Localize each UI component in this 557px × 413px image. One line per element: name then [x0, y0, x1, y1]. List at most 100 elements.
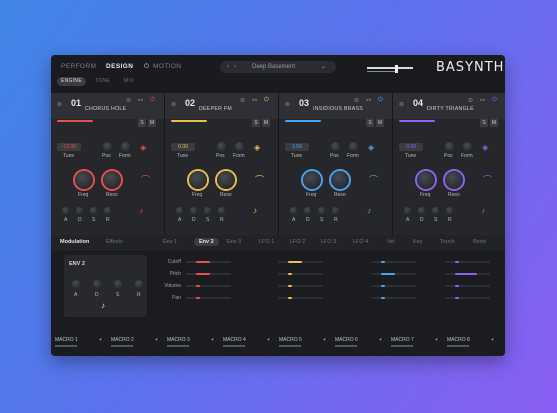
- macro-slider[interactable]: [391, 345, 413, 347]
- env-knob[interactable]: [135, 280, 143, 288]
- tune-value[interactable]: 0.00: [171, 143, 195, 151]
- reso-knob[interactable]: [445, 171, 463, 189]
- freq-knob[interactable]: [75, 171, 93, 189]
- mod-source-tab[interactable]: Key: [413, 239, 422, 245]
- mod-source-tab[interactable]: Vel: [387, 239, 395, 245]
- mod-amount-slider[interactable]: [445, 261, 490, 263]
- chevron-down-icon[interactable]: ⌄: [321, 61, 326, 73]
- adsr-knob[interactable]: [76, 207, 83, 214]
- env-knob[interactable]: [72, 280, 80, 288]
- power-icon[interactable]: ⏻: [150, 97, 155, 104]
- level-bar[interactable]: [399, 120, 435, 122]
- mute-button[interactable]: M: [376, 119, 384, 127]
- adsr-knob[interactable]: [446, 207, 453, 214]
- mod-amount-slider[interactable]: [278, 297, 323, 299]
- adsr-knob[interactable]: [332, 207, 339, 214]
- power-icon[interactable]: ⏻: [492, 97, 497, 104]
- next-preset-icon[interactable]: ›: [234, 61, 236, 73]
- macro-slider[interactable]: [335, 345, 357, 347]
- link-icon[interactable]: ⚯: [138, 97, 143, 104]
- tab-modulation[interactable]: Modulation: [60, 239, 89, 245]
- reso-knob[interactable]: [331, 171, 349, 189]
- link-icon[interactable]: ⚯: [252, 97, 257, 104]
- tab-design[interactable]: DESIGN: [106, 63, 133, 70]
- mod-source-tab[interactable]: Env 2: [194, 238, 219, 246]
- form-knob[interactable]: [463, 142, 472, 151]
- level-bar[interactable]: [57, 120, 93, 122]
- add-icon[interactable]: +: [155, 337, 158, 343]
- macro-slider[interactable]: [447, 345, 469, 347]
- mod-amount-slider[interactable]: [371, 297, 416, 299]
- adsr-knob[interactable]: [104, 207, 111, 214]
- tune-value[interactable]: 0.00: [399, 143, 423, 151]
- adsr-knob[interactable]: [404, 207, 411, 214]
- add-icon[interactable]: +: [99, 337, 102, 343]
- solo-button[interactable]: S: [138, 119, 146, 127]
- master-volume-slider[interactable]: [367, 65, 413, 73]
- mod-amount-slider[interactable]: [445, 297, 490, 299]
- prev-preset-icon[interactable]: ‹: [227, 61, 229, 73]
- tab-effects[interactable]: Effects: [106, 239, 123, 245]
- macro-slider[interactable]: [167, 345, 189, 347]
- mute-icon[interactable]: ⊘: [468, 97, 473, 104]
- add-icon[interactable]: +: [211, 337, 214, 343]
- tab-perform[interactable]: PERFORM: [61, 63, 96, 70]
- form-knob[interactable]: [349, 142, 358, 151]
- mute-icon[interactable]: ⊘: [354, 97, 359, 104]
- adsr-knob[interactable]: [176, 207, 183, 214]
- mod-source-tab[interactable]: Env 1: [163, 239, 177, 245]
- power-icon[interactable]: ⏻: [144, 63, 150, 71]
- mod-amount-slider[interactable]: [445, 285, 490, 287]
- mod-source-tab[interactable]: Touch: [440, 239, 455, 245]
- form-knob[interactable]: [121, 142, 130, 151]
- solo-button[interactable]: S: [366, 119, 374, 127]
- mute-icon[interactable]: ⊘: [126, 97, 131, 104]
- adsr-knob[interactable]: [190, 207, 197, 214]
- power-icon[interactable]: ⏻: [264, 97, 269, 104]
- solo-button[interactable]: S: [252, 119, 260, 127]
- level-bar[interactable]: [171, 120, 207, 122]
- mute-icon[interactable]: ⊘: [240, 97, 245, 104]
- mod-source-tab[interactable]: Bend: [473, 239, 486, 245]
- pos-knob[interactable]: [103, 142, 112, 151]
- macro-slider[interactable]: [279, 345, 301, 347]
- env-knob[interactable]: [114, 280, 122, 288]
- add-icon[interactable]: +: [267, 337, 270, 343]
- pos-knob[interactable]: [331, 142, 340, 151]
- add-icon[interactable]: +: [379, 337, 382, 343]
- reso-knob[interactable]: [103, 171, 121, 189]
- subtab-engine[interactable]: ENGINE: [57, 77, 86, 86]
- tab-motion[interactable]: MOTION: [153, 63, 181, 70]
- add-icon[interactable]: +: [491, 337, 494, 343]
- mod-amount-slider[interactable]: [371, 285, 416, 287]
- link-icon[interactable]: ⚯: [366, 97, 371, 104]
- preset-selector[interactable]: ‹ › Deep Basement ⌄: [220, 61, 336, 73]
- subtab-mix[interactable]: MIX: [120, 77, 138, 86]
- env-knob[interactable]: [93, 280, 101, 288]
- macro-slider[interactable]: [55, 345, 77, 347]
- mod-amount-slider[interactable]: [371, 261, 416, 263]
- mod-source-tab[interactable]: LFO 2: [290, 239, 305, 245]
- link-icon[interactable]: ⚯: [480, 97, 485, 104]
- mute-button[interactable]: M: [262, 119, 270, 127]
- mod-source-tab[interactable]: LFO 3: [321, 239, 336, 245]
- adsr-knob[interactable]: [304, 207, 311, 214]
- reso-knob[interactable]: [217, 171, 235, 189]
- mod-amount-slider[interactable]: [186, 285, 231, 287]
- add-icon[interactable]: +: [435, 337, 438, 343]
- add-icon[interactable]: +: [323, 337, 326, 343]
- mod-source-tab[interactable]: LFO 1: [259, 239, 274, 245]
- power-icon[interactable]: ⏻: [378, 97, 383, 104]
- freq-knob[interactable]: [417, 171, 435, 189]
- mute-button[interactable]: M: [148, 119, 156, 127]
- mod-source-tab[interactable]: LFO 4: [353, 239, 368, 245]
- macro-slider[interactable]: [111, 345, 133, 347]
- mod-source-tab[interactable]: Env 3: [227, 239, 241, 245]
- adsr-knob[interactable]: [318, 207, 325, 214]
- adsr-knob[interactable]: [218, 207, 225, 214]
- freq-knob[interactable]: [189, 171, 207, 189]
- solo-button[interactable]: S: [480, 119, 488, 127]
- tune-value[interactable]: -12.00: [57, 143, 81, 151]
- adsr-knob[interactable]: [90, 207, 97, 214]
- adsr-knob[interactable]: [290, 207, 297, 214]
